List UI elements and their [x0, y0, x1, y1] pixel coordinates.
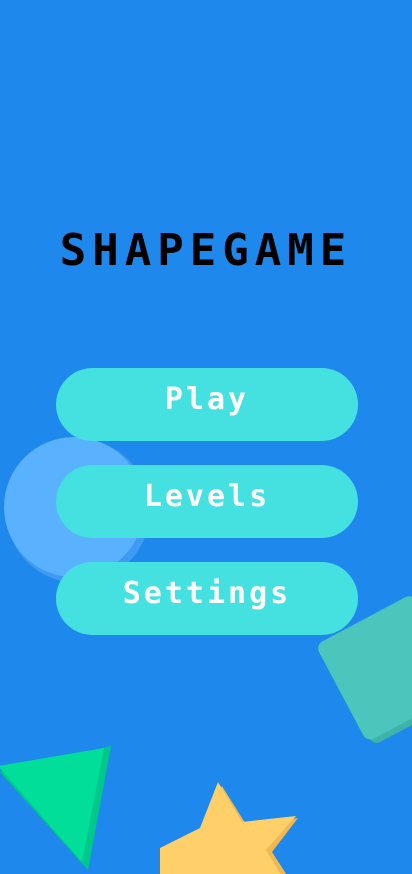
play-button-label: Play	[164, 382, 250, 417]
levels-button[interactable]: Levels	[56, 465, 358, 538]
game-title: SHAPEGAME	[59, 225, 353, 276]
settings-button[interactable]: Settings	[56, 562, 358, 635]
main-menu-screen: SHAPEGAME Play Levels Settings	[0, 0, 412, 874]
play-button[interactable]: Play	[56, 368, 358, 441]
levels-button-label: Levels	[143, 479, 271, 514]
settings-button-label: Settings	[122, 576, 292, 611]
